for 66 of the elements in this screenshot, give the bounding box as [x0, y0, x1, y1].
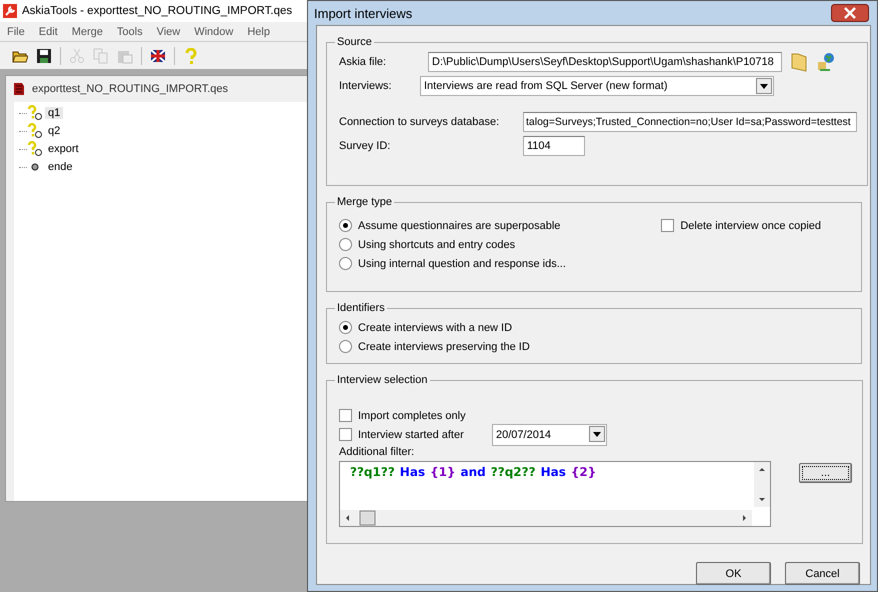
date-picker[interactable]: 20/07/2014	[492, 424, 607, 446]
horizontal-scrollbar[interactable]	[340, 510, 752, 526]
option-label[interactable]: Create interviews preserving the ID	[358, 340, 530, 352]
checkbox-label[interactable]: Delete interview once copied	[680, 220, 821, 232]
tree-item[interactable]: export	[45, 143, 82, 155]
group-label: Interview selection	[336, 374, 428, 386]
tree-item[interactable]: ende	[45, 161, 76, 173]
field-label: Additional filter:	[339, 446, 416, 458]
filter-token: ??q1??	[350, 465, 395, 479]
group-label: Merge type	[336, 196, 394, 208]
end-node-icon	[31, 163, 39, 171]
field-label: Survey ID:	[339, 140, 392, 152]
radio-button[interactable]	[339, 219, 352, 232]
filter-field[interactable]: ??q1?? Has {1} and ??q2?? Has {2}	[339, 461, 771, 527]
globe-icon[interactable]	[816, 52, 836, 72]
menu-item[interactable]: Tools	[110, 26, 150, 38]
filter-token: and	[460, 465, 486, 479]
vertical-scrollbar[interactable]	[754, 462, 770, 507]
filter-token: Has	[400, 465, 426, 479]
checkbox[interactable]	[339, 409, 352, 422]
menu-item[interactable]: Help	[240, 26, 277, 38]
group-label: Identifiers	[336, 302, 386, 314]
document-title: exporttest_NO_ROUTING_IMPORT.qes	[32, 83, 228, 95]
connection-field[interactable]: talog=Surveys;Trusted_Connection=no;User Id=sa;Password=testtest	[523, 112, 857, 132]
radio-button[interactable]	[339, 238, 352, 251]
window-title: AskiaTools - exporttest_NO_ROUTING_IMPORT.qes	[22, 5, 292, 17]
dialog-title: Import interviews	[314, 6, 412, 20]
menu-item[interactable]: Merge	[64, 26, 110, 38]
dialog-button[interactable]: OK	[696, 562, 771, 585]
question-node-icon	[27, 141, 43, 157]
radio-button[interactable]	[339, 257, 352, 270]
filter-token: ??q2??	[490, 465, 536, 479]
menu-item[interactable]: Window	[187, 26, 240, 38]
field-label: Connection to surveys database:	[339, 116, 500, 128]
tree-item[interactable]: q1	[45, 107, 64, 119]
document-icon	[12, 82, 26, 96]
field-label: Askia file:	[339, 56, 388, 68]
option-label[interactable]: Create interviews with a new ID	[358, 322, 512, 334]
filter-token: {2}	[570, 465, 596, 479]
checkbox-label[interactable]: Import completes only	[358, 410, 466, 422]
filter-token: {1}	[430, 465, 456, 479]
checkbox[interactable]	[661, 219, 674, 232]
browse-button[interactable]: ...	[799, 463, 852, 483]
interviews-dropdown[interactable]: Interviews are read from SQL Server (new format)	[420, 76, 774, 96]
field-label: Interviews:	[339, 80, 393, 92]
flag-icon[interactable]	[150, 48, 166, 64]
question-node-icon	[27, 123, 43, 139]
filter-token: Has	[540, 465, 566, 479]
option-label[interactable]: Assume questionnaires are superposable	[358, 220, 560, 232]
option-label[interactable]: Using internal question and response ids...	[358, 258, 566, 270]
menu-item[interactable]: View	[150, 26, 188, 38]
option-label[interactable]: Using shortcuts and entry codes	[358, 238, 516, 250]
question-node-icon	[27, 105, 43, 121]
menu-item[interactable]: File	[0, 26, 32, 38]
checkbox[interactable]	[339, 428, 352, 441]
tree-item[interactable]: q2	[45, 125, 64, 137]
close-button[interactable]	[831, 4, 869, 22]
menu-item[interactable]: Edit	[32, 26, 65, 38]
file-path-field[interactable]: D:\Public\Dump\Users\Seyf\Desktop\Support\Ugam\shashank\P10718	[428, 52, 782, 72]
checkbox-label[interactable]: Interview started after	[358, 428, 486, 440]
radio-button[interactable]	[339, 340, 352, 353]
survey-id-field[interactable]: 1104	[523, 136, 585, 156]
radio-button[interactable]	[339, 321, 352, 334]
dialog-button[interactable]: Cancel	[785, 562, 860, 585]
group-label: Source	[336, 36, 373, 48]
wrench-icon	[3, 4, 17, 18]
